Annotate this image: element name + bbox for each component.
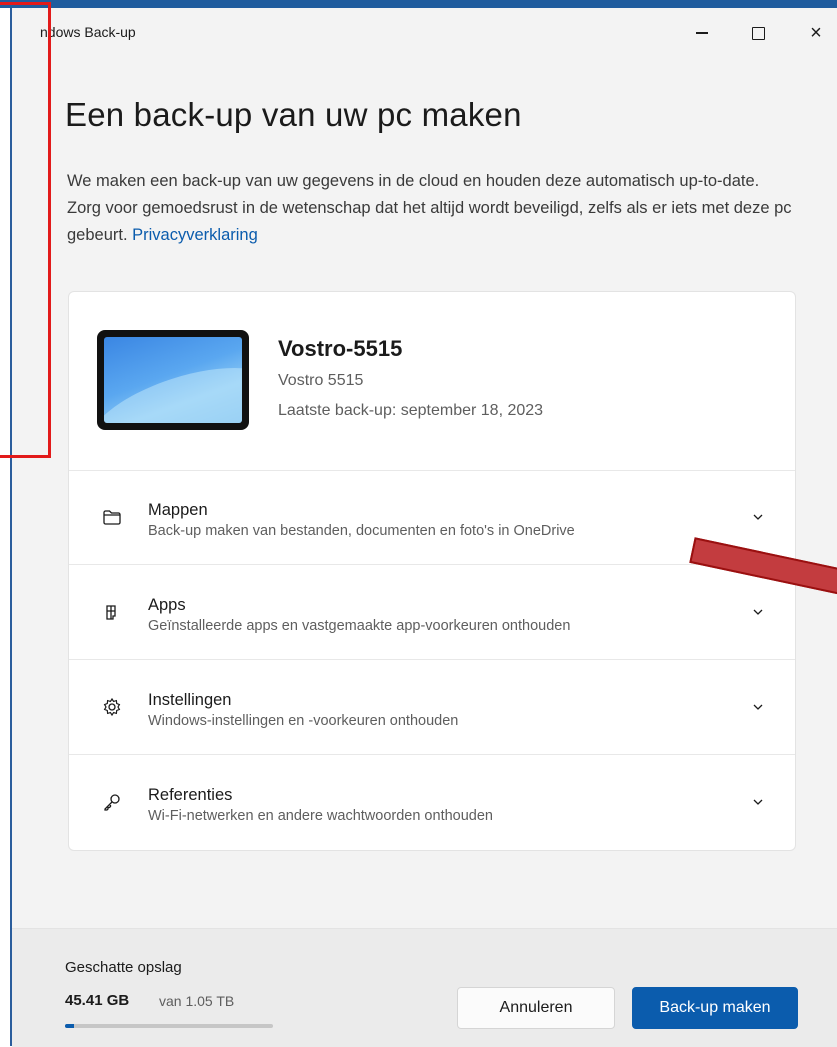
close-button[interactable]: × xyxy=(796,18,836,48)
storage-progress-fill xyxy=(65,1024,74,1028)
title-bar[interactable]: ndows Back-up × xyxy=(12,8,837,58)
close-icon: × xyxy=(810,21,822,44)
device-summary: Vostro-5515 Vostro 5515 Laatste back-up:… xyxy=(69,292,795,471)
minimize-icon xyxy=(696,32,708,34)
device-name: Vostro-5515 xyxy=(278,336,403,361)
maximize-icon xyxy=(751,26,765,40)
chevron-down-icon[interactable] xyxy=(751,795,765,809)
footer-bar: Geschatte opslag 45.41 GB van 1.05 TB An… xyxy=(12,928,837,1047)
section-instellingen[interactable]: Instellingen Windows-instellingen en -vo… xyxy=(69,660,795,755)
annotation-highlight-box xyxy=(0,2,51,458)
privacy-link[interactable]: Privacyverklaring xyxy=(132,226,258,244)
section-label: Instellingen xyxy=(148,691,232,709)
page-title: Een back-up van uw pc maken xyxy=(65,96,522,133)
device-image xyxy=(97,330,249,430)
storage-progress-bar xyxy=(65,1024,273,1028)
section-referenties[interactable]: Referenties Wi-Fi-netwerken en andere wa… xyxy=(69,755,795,849)
chevron-down-icon[interactable] xyxy=(751,700,765,714)
section-label: Mappen xyxy=(148,501,208,519)
key-icon xyxy=(104,794,120,811)
apps-icon xyxy=(106,605,116,620)
cancel-button[interactable]: Annuleren xyxy=(457,987,615,1029)
window-top-border xyxy=(0,0,837,8)
last-backup-date: Laatste back-up: september 18, 2023 xyxy=(278,402,544,419)
section-description: Back-up maken van bestanden, documenten … xyxy=(148,523,575,539)
section-description: Windows-instellingen en -voorkeuren onth… xyxy=(148,713,459,729)
folder-icon xyxy=(103,510,121,525)
minimize-button[interactable] xyxy=(682,18,722,48)
storage-total: van 1.05 TB xyxy=(159,993,235,1009)
window-title: ndows Back-up xyxy=(40,24,136,40)
device-model: Vostro 5515 xyxy=(278,372,364,389)
section-label: Referenties xyxy=(148,786,233,804)
section-label: Apps xyxy=(148,596,186,614)
device-screen xyxy=(104,337,242,423)
storage-used: 45.41 GB xyxy=(65,992,130,1009)
windows-backup-window: ndows Back-up × Een back-up van uw pc ma… xyxy=(12,8,837,1047)
backup-card: Vostro-5515 Vostro 5515 Laatste back-up:… xyxy=(68,291,796,851)
storage-title: Geschatte opslag xyxy=(65,959,182,976)
gear-icon xyxy=(103,697,121,717)
maximize-button[interactable] xyxy=(738,18,778,48)
backup-button[interactable]: Back-up maken xyxy=(632,987,798,1029)
section-description: Wi-Fi-netwerken en andere wachtwoorden o… xyxy=(148,808,493,824)
section-mappen[interactable]: Mappen Back-up maken van bestanden, docu… xyxy=(69,470,795,565)
page-description: We maken een back-up van uw gegevens in … xyxy=(67,168,797,249)
section-description: Geïnstalleerde apps en vastgemaakte app-… xyxy=(148,618,571,634)
section-apps[interactable]: Apps Geïnstalleerde apps en vastgemaakte… xyxy=(69,565,795,660)
chevron-down-icon[interactable] xyxy=(751,605,765,619)
chevron-down-icon[interactable] xyxy=(751,510,765,524)
